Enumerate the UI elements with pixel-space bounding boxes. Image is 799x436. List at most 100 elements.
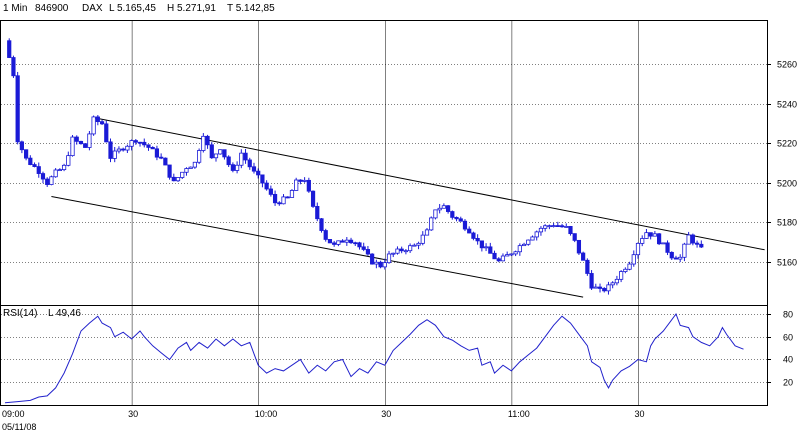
candle-body	[180, 171, 185, 178]
candle-body	[209, 144, 214, 159]
candle-body	[239, 152, 244, 166]
candle-body	[348, 239, 354, 244]
candle-body	[357, 242, 362, 248]
rsi-tick-label: 80	[783, 310, 793, 320]
candle-body	[171, 176, 176, 182]
candle-body	[306, 179, 311, 192]
candle-body	[458, 218, 463, 222]
rsi-tick-label: 20	[783, 378, 793, 388]
candle-body	[585, 259, 590, 274]
candle-body	[445, 205, 451, 212]
candle-body	[513, 251, 518, 255]
candle-body	[420, 234, 425, 244]
candle-body	[551, 225, 556, 227]
candle-body	[23, 149, 29, 159]
candle-body	[370, 253, 375, 265]
candle-body	[7, 40, 12, 58]
candle-body	[36, 166, 41, 174]
candle-body	[547, 225, 552, 228]
candle-body	[399, 248, 404, 252]
price-tick-label: 5240	[777, 100, 797, 110]
candle-body	[534, 231, 539, 238]
candle-body	[61, 164, 67, 171]
candle-body	[429, 217, 434, 231]
candle-body	[665, 242, 670, 253]
candle-body	[125, 145, 130, 151]
candle-body	[70, 136, 75, 157]
price-tick-label: 5160	[777, 258, 797, 268]
candle-body	[353, 242, 358, 245]
candle-body	[234, 164, 240, 171]
price-panel: 5160 5180 5200 5220 5240 5260	[0, 20, 797, 306]
last-value: T 5.142,85	[227, 3, 275, 14]
candle-body	[201, 135, 206, 151]
time-tick-label: 09:00	[2, 409, 25, 419]
candle-body	[454, 216, 459, 220]
candle-body	[623, 268, 628, 272]
candle-body	[576, 239, 582, 254]
candle-body	[302, 179, 307, 182]
candle-body	[509, 253, 514, 256]
candle-body	[635, 242, 641, 256]
rsi-tick-label: 40	[783, 355, 793, 365]
candle-body	[589, 273, 594, 289]
candle-body	[112, 150, 117, 159]
candle-body	[652, 233, 657, 237]
candle-body	[336, 240, 341, 245]
candle-body	[593, 286, 598, 289]
dax-chart: 5160 5180 5200 5220 5240 5260 20 40 60 80 09:00 3…	[0, 3, 797, 432]
candle-body	[40, 173, 46, 180]
price-tick-label: 5220	[777, 139, 797, 149]
candle-body	[361, 246, 366, 250]
candle-body	[243, 152, 248, 161]
candle-body	[163, 157, 168, 166]
candle-body	[104, 123, 109, 143]
candle-body	[610, 282, 615, 286]
candle-body	[159, 156, 164, 159]
candle-body	[19, 141, 24, 151]
candle-body	[218, 149, 223, 155]
candle-body	[264, 182, 269, 190]
candle-body	[441, 205, 446, 209]
candle-body	[83, 143, 88, 148]
candle-body	[205, 135, 210, 146]
candle-body	[602, 288, 607, 292]
candle-body	[340, 240, 345, 243]
candle-body	[260, 174, 265, 184]
candle-body	[197, 150, 202, 163]
candle-body	[213, 153, 219, 159]
candle-body	[95, 116, 100, 123]
candle-body	[15, 75, 20, 143]
candle-body	[475, 238, 480, 242]
candle-body	[614, 278, 620, 284]
candle-body	[521, 243, 527, 247]
candle-body	[450, 211, 455, 218]
time-tick-label: 30	[381, 409, 391, 419]
candle-body	[505, 254, 510, 257]
low-value: L 5.165,45	[109, 3, 156, 14]
candle-body	[222, 149, 227, 158]
candle-body	[437, 207, 442, 211]
candle-body	[289, 190, 295, 198]
rsi-last-value: L 49,46	[48, 308, 81, 319]
candle-body	[66, 155, 71, 166]
candle-body	[391, 252, 396, 255]
candle-body	[386, 253, 392, 264]
candle-body	[433, 209, 438, 219]
chart-header: 1 Min 846900 DAX L 5.165,45 H 5.271,91 T…	[3, 3, 275, 14]
candle-body	[661, 242, 666, 245]
candle-body	[555, 225, 560, 227]
candle-body	[488, 246, 493, 254]
candle-body	[538, 227, 544, 233]
candle-body	[669, 251, 674, 259]
candle-body	[424, 229, 430, 236]
candle-body	[230, 164, 235, 171]
candle-body	[319, 218, 324, 231]
candle-body	[281, 196, 286, 205]
candle-body	[690, 234, 695, 244]
candle-body	[99, 121, 105, 125]
candle-body	[694, 242, 700, 245]
candle-body	[49, 176, 54, 185]
candle-body	[285, 196, 290, 199]
date-label: 05/11/08	[2, 422, 36, 432]
